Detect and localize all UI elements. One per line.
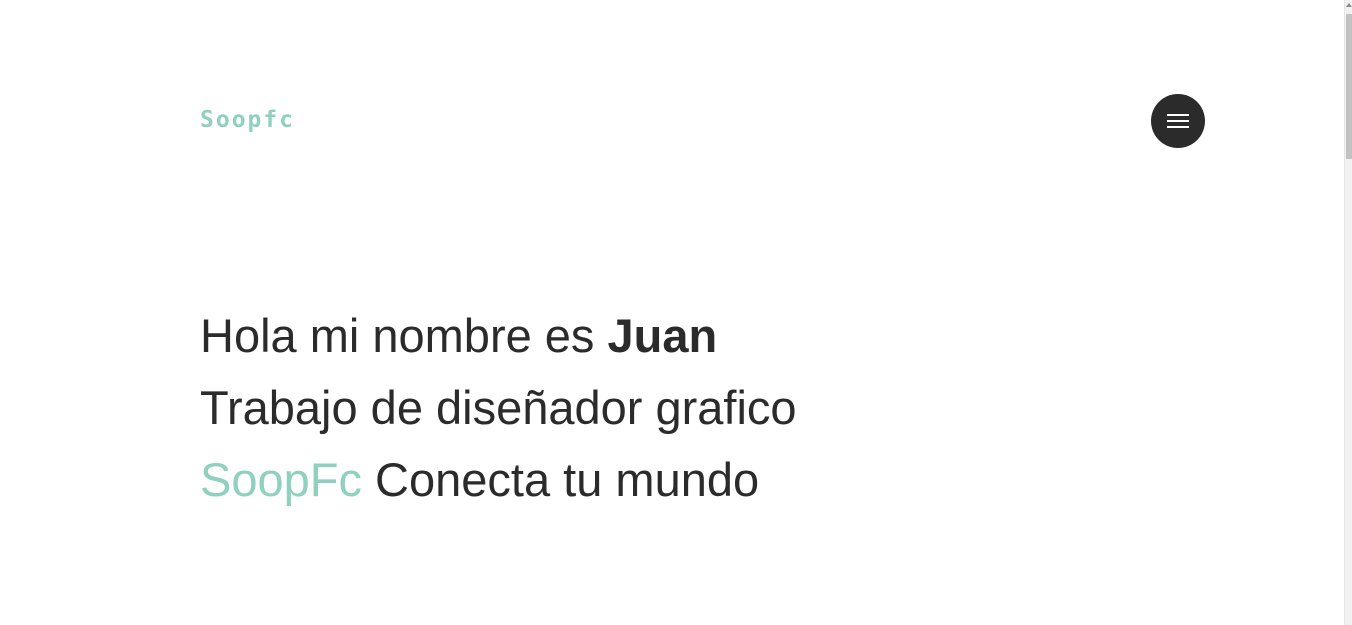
hero-greeting-line: Hola mi nombre es Juan <box>200 300 797 372</box>
hero-greeting: Hola mi nombre es <box>200 309 608 362</box>
hero-role: Trabajo de diseñador grafico <box>200 381 797 434</box>
scrollbar-thumb[interactable] <box>1346 14 1352 159</box>
hero-tagline: Conecta tu mundo <box>361 453 760 506</box>
hamburger-menu-icon <box>1167 113 1189 129</box>
hero-tagline-line: SoopFc Conecta tu mundo <box>200 444 797 516</box>
hero-brand: SoopFc <box>200 453 362 506</box>
hero-text: Hola mi nombre es Juan Trabajo de diseña… <box>200 300 797 516</box>
menu-button[interactable] <box>1151 94 1205 148</box>
site-logo[interactable]: Soopfc <box>200 104 295 136</box>
page: Soopfc Hola mi nombre es Juan Trabajo de… <box>0 0 1352 625</box>
hero-name: Juan <box>607 309 718 362</box>
scroll-up-arrow-icon[interactable] <box>1346 3 1352 7</box>
vertical-scrollbar[interactable] <box>1344 0 1352 625</box>
